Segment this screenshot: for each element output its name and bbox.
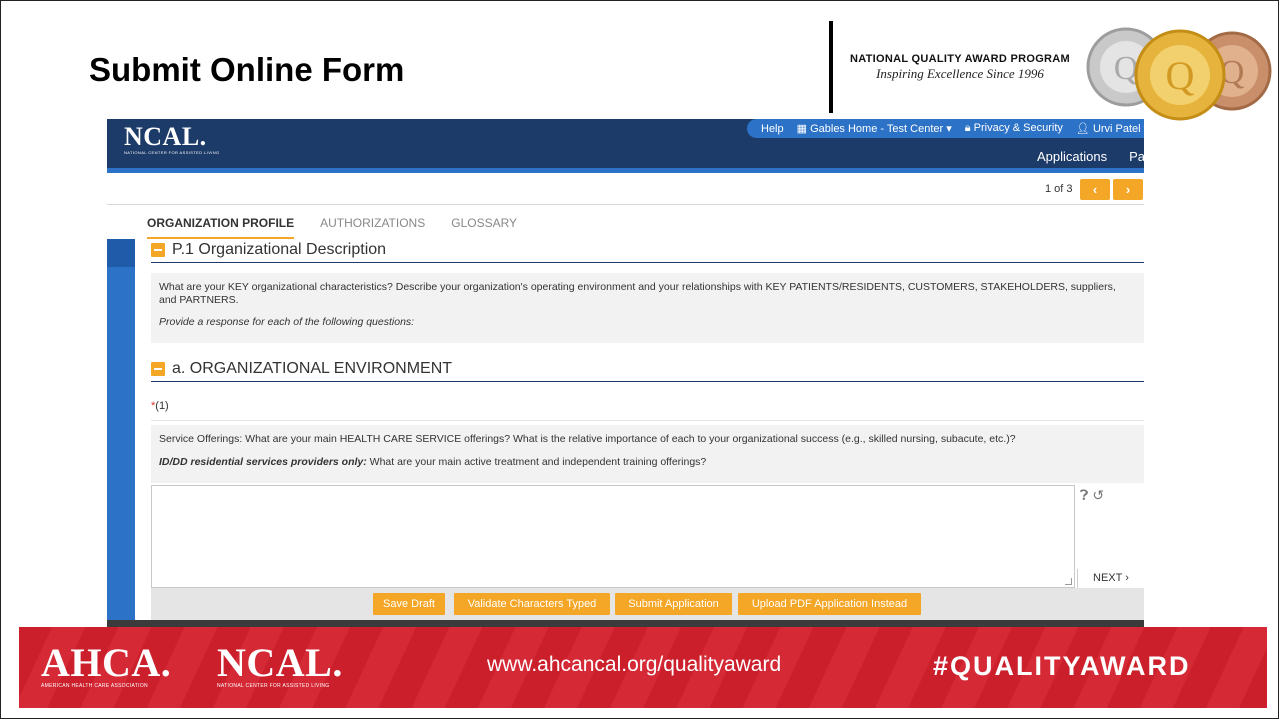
- svg-text:Q: Q: [1114, 50, 1139, 87]
- action-bar: Save Draft Validate Characters Typed Sub…: [151, 588, 1144, 620]
- validate-button[interactable]: Validate Characters Typed: [454, 593, 610, 615]
- section-intro-box: What are your KEY organizational charact…: [151, 273, 1144, 343]
- lock-icon: 🔒︎: [964, 122, 974, 134]
- utility-bar: Help ▦ Gables Home - Test Center ▾ 🔒︎ Pr…: [747, 119, 1144, 138]
- sidebar-strip-active[interactable]: [107, 239, 135, 267]
- collapse-icon[interactable]: [151, 242, 165, 257]
- question-note-bold: ID/DD residential services providers onl…: [159, 456, 367, 468]
- upload-pdf-button[interactable]: Upload PDF Application Instead: [738, 593, 921, 615]
- subsection-title: a. ORGANIZATIONAL ENVIRONMENT: [172, 359, 453, 377]
- footer-hashtag: #QUALITYAWARD: [933, 651, 1191, 681]
- help-link[interactable]: Help: [761, 123, 784, 135]
- subsection-header: a. ORGANIZATIONAL ENVIRONMENT: [151, 356, 1144, 382]
- tab-glossary[interactable]: GLOSSARY: [451, 211, 517, 239]
- nav-applications[interactable]: Applications: [1037, 149, 1107, 164]
- section-title: P.1 Organizational Description: [172, 240, 387, 258]
- next-page-button[interactable]: ›: [1113, 179, 1143, 200]
- footer-band: AHCA. AMERICAN HEALTH CARE ASSOCIATION N…: [19, 627, 1267, 708]
- user-icon: 👤︎: [1075, 123, 1093, 135]
- question-note-text: What are your main active treatment and …: [366, 456, 707, 468]
- question-divider: [151, 420, 1144, 421]
- submit-application-button[interactable]: Submit Application: [615, 593, 732, 615]
- ncal-logo[interactable]: NCAL. NATIONAL CENTER FOR ASSISTED LIVIN…: [124, 123, 220, 156]
- nav-payments[interactable]: Paym: [1129, 149, 1144, 164]
- ahca-logo: AHCA. AMERICAN HEALTH CARE ASSOCIATION: [41, 640, 172, 690]
- tab-organization-profile[interactable]: ORGANIZATION PROFILE: [147, 211, 295, 239]
- section-header: P.1 Organizational Description: [151, 237, 1144, 263]
- answer-textarea[interactable]: [151, 485, 1075, 588]
- question-tools: ❓︎ ↺: [1080, 487, 1104, 504]
- ncal-footer-logo: NCAL. NATIONAL CENTER FOR ASSISTED LIVIN…: [217, 640, 343, 690]
- privacy-link[interactable]: 🔒︎ Privacy & Security: [965, 122, 1063, 135]
- next-question-link[interactable]: NEXT ›: [1077, 569, 1144, 589]
- main-nav: Applications Paym: [1037, 149, 1144, 164]
- nqa-tagline: Inspiring Excellence Since 1996: [876, 66, 1044, 81]
- chevron-right-icon: ›: [1125, 182, 1131, 197]
- app-window: NCAL. NATIONAL CENTER FOR ASSISTED LIVIN…: [107, 119, 1144, 629]
- footer-url: www.ahcancal.org/qualityaward: [487, 653, 782, 676]
- tab-bar: ORGANIZATION PROFILE AUTHORIZATIONS GLOS…: [147, 211, 517, 239]
- user-dropdown[interactable]: 👤︎ Urvi Patel ▾: [1076, 122, 1144, 135]
- divider-line: [829, 21, 833, 113]
- resize-handle[interactable]: [1065, 578, 1072, 585]
- award-medals-logo: Q Q Q: [1086, 27, 1272, 121]
- section-instruction: Provide a response for each of the follo…: [159, 316, 415, 328]
- chevron-left-icon: ‹: [1092, 182, 1098, 197]
- sidebar-strip: [107, 239, 135, 629]
- app-header: NCAL. NATIONAL CENTER FOR ASSISTED LIVIN…: [107, 119, 1144, 173]
- save-draft-button[interactable]: Save Draft: [373, 593, 445, 615]
- nqa-heading: NATIONAL QUALITY AWARD PROGRAM Inspiring…: [849, 53, 1071, 82]
- section-intro: What are your KEY organizational charact…: [159, 281, 1116, 306]
- help-circle-icon[interactable]: ❓︎: [1080, 487, 1088, 504]
- collapse-icon[interactable]: [151, 361, 165, 376]
- svg-text:Q: Q: [1166, 53, 1195, 98]
- slide-title: Submit Online Form: [89, 51, 405, 88]
- building-icon: ▦: [796, 123, 811, 135]
- prev-page-button[interactable]: ‹: [1080, 179, 1110, 200]
- page-indicator: 1 of 3: [1045, 183, 1073, 195]
- question-box: Service Offerings: What are your main HE…: [151, 425, 1144, 483]
- history-icon[interactable]: ↺: [1092, 487, 1104, 504]
- question-number: *(1): [151, 400, 169, 412]
- pager-row: 1 of 3 ‹ ›: [107, 173, 1144, 205]
- tab-authorizations[interactable]: AUTHORIZATIONS: [320, 211, 425, 239]
- center-dropdown[interactable]: ▦ Gables Home - Test Center ▾: [797, 122, 952, 135]
- question-text: Service Offerings: What are your main HE…: [159, 433, 1016, 445]
- slide: Submit Online Form NATIONAL QUALITY AWAR…: [0, 0, 1279, 719]
- nqa-program-title: NATIONAL QUALITY AWARD PROGRAM: [849, 53, 1071, 65]
